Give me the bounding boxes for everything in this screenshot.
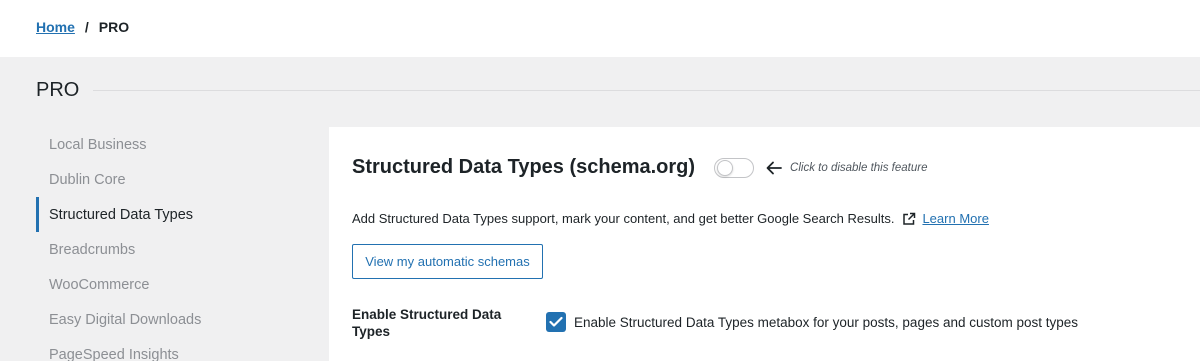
breadcrumb-home-link[interactable]: Home — [36, 19, 75, 35]
sidebar-item-woocommerce[interactable]: WooCommerce — [36, 267, 328, 302]
sidebar-nav: Local Business Dublin Core Structured Da… — [36, 127, 328, 361]
top-bar: Home / PRO — [0, 0, 1200, 57]
learn-more-link[interactable]: Learn More — [922, 211, 988, 226]
sidebar-item-breadcrumbs[interactable]: Breadcrumbs — [36, 232, 328, 267]
section-title: Structured Data Types (schema.org) — [352, 156, 696, 178]
title-divider — [93, 89, 1200, 91]
breadcrumb-separator: / — [84, 19, 89, 35]
feature-toggle[interactable] — [714, 157, 755, 178]
page-title: PRO — [36, 78, 80, 101]
page-title-row: PRO — [36, 78, 1200, 102]
sidebar-item-pagespeed-insights[interactable]: PageSpeed Insights — [36, 337, 328, 361]
checkmark-icon — [549, 316, 563, 327]
sidebar-item-easy-digital-downloads[interactable]: Easy Digital Downloads — [36, 302, 328, 337]
toggle-hint: Click to disable this feature — [790, 161, 928, 174]
enable-structured-data-label: Enable Structured Data Types — [352, 307, 502, 339]
breadcrumb: Home / PRO — [36, 19, 129, 35]
metabox-checkbox-label: Enable Structured Data Types metabox for… — [574, 314, 1079, 330]
metabox-checkbox[interactable] — [546, 312, 566, 332]
view-automatic-schemas-button[interactable]: View my automatic schemas — [352, 244, 543, 279]
sidebar-item-structured-data-types[interactable]: Structured Data Types — [36, 197, 328, 232]
arrow-left-icon — [766, 161, 782, 175]
sidebar-item-local-business[interactable]: Local Business — [36, 127, 328, 162]
section-header: Structured Data Types (schema.org) Click… — [352, 156, 927, 179]
settings-panel: Structured Data Types (schema.org) Click… — [329, 127, 1200, 361]
section-description-row: Add Structured Data Types support, mark … — [352, 211, 989, 226]
external-link-icon — [902, 212, 916, 226]
metabox-option-row: Enable Structured Data Types metabox for… — [546, 312, 1078, 332]
sidebar-item-dublin-core[interactable]: Dublin Core — [36, 162, 328, 197]
breadcrumb-current: PRO — [98, 19, 130, 35]
toggle-knob — [717, 159, 734, 176]
section-description: Add Structured Data Types support, mark … — [352, 211, 895, 226]
